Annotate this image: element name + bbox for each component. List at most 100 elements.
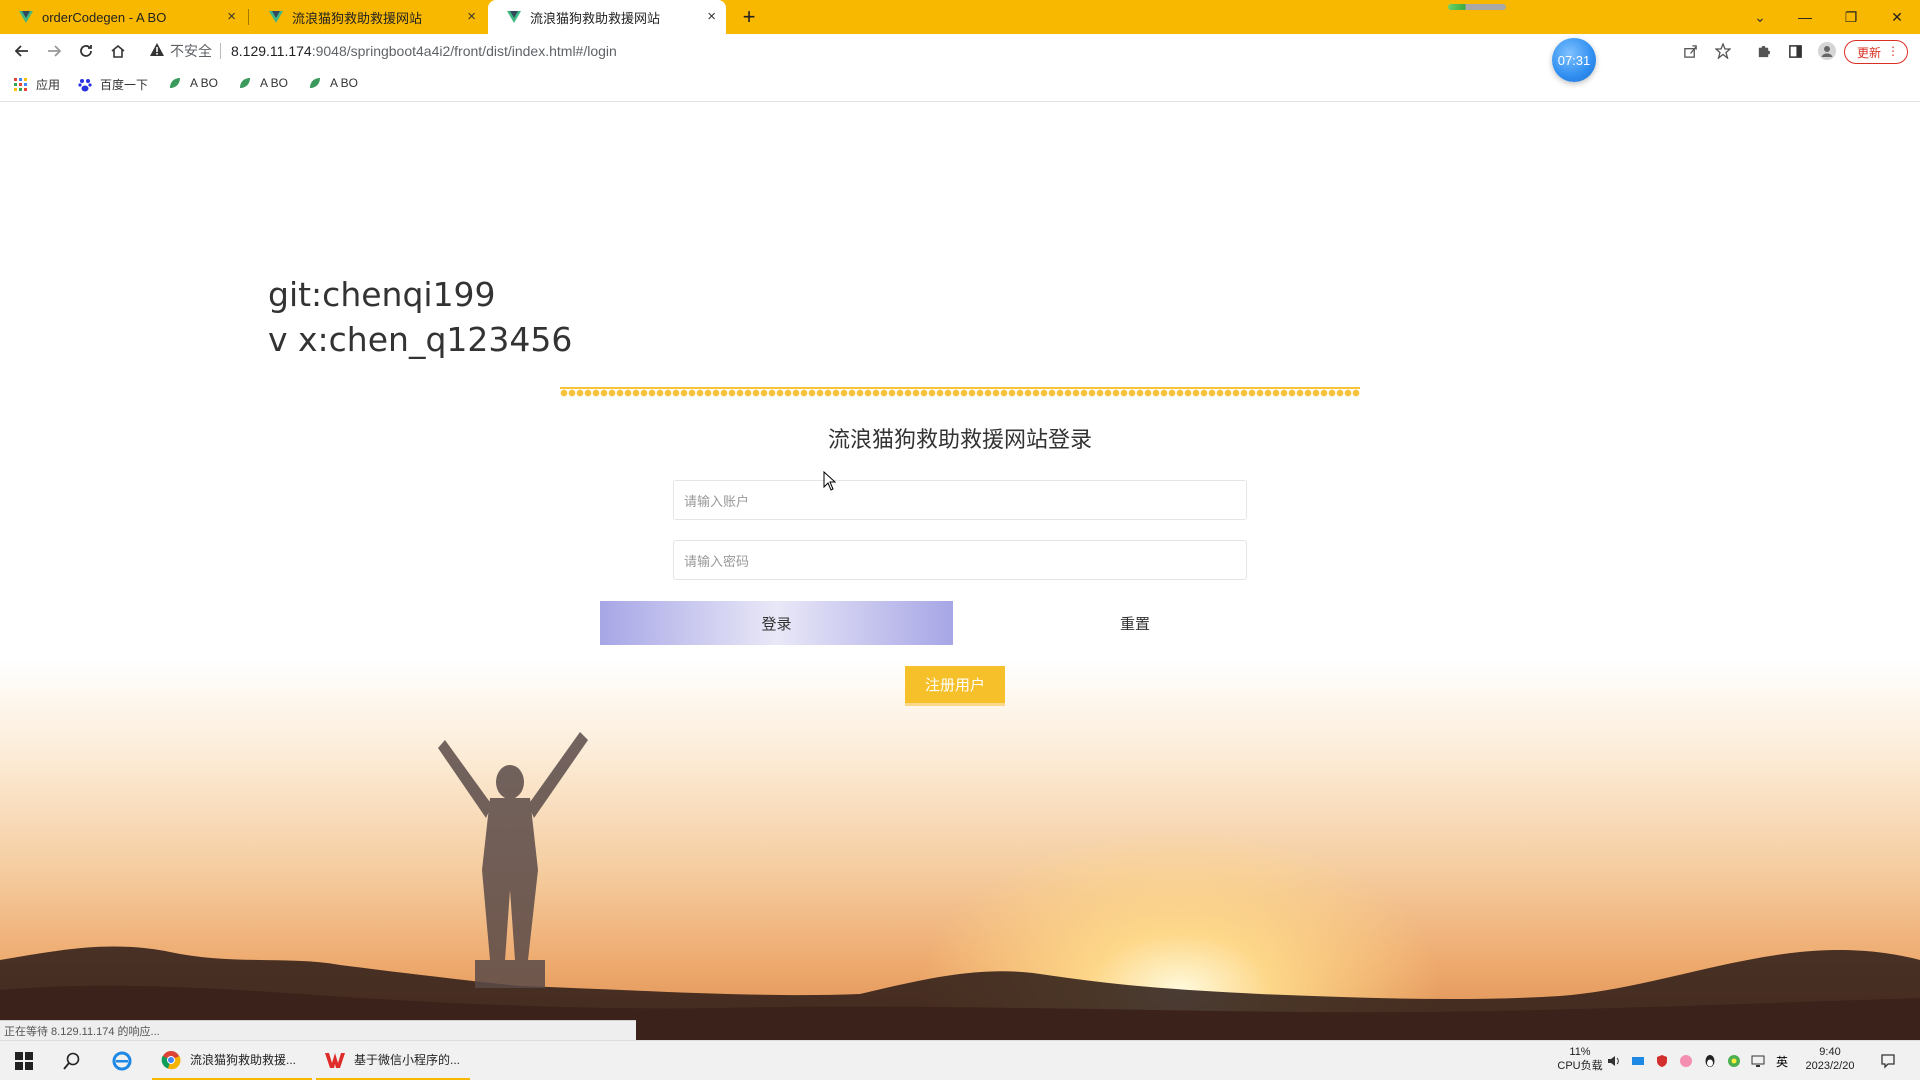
register-button[interactable]: 注册用户 bbox=[905, 666, 1005, 706]
bookmark-label: 应用 bbox=[36, 78, 61, 92]
bookmark-label: A BO bbox=[190, 76, 219, 90]
share-icon[interactable] bbox=[1678, 39, 1702, 63]
reload-icon bbox=[80, 45, 92, 57]
reload-button[interactable] bbox=[74, 39, 98, 63]
url-host: 8.129.11.174 bbox=[231, 43, 312, 59]
forward-arrow-icon bbox=[48, 45, 62, 57]
tab-strip: orderCodegen - A BO × 流浪猫狗救助救援网站 × 流浪猫狗救… bbox=[0, 0, 1920, 34]
watermark-line-git: git:chenqi199 bbox=[268, 275, 496, 314]
tab-stray-rescue-1[interactable]: 流浪猫狗救助救援网站 × bbox=[250, 0, 486, 34]
apps-grid-icon bbox=[14, 77, 27, 91]
notification-center-icon[interactable] bbox=[1880, 1053, 1896, 1069]
insecure-label[interactable]: 不安全 bbox=[170, 41, 212, 61]
browser-toolbar: 不安全 8.129.11.174:9048/springboot4a4i2/fr… bbox=[0, 34, 1920, 68]
forward-button[interactable] bbox=[42, 39, 66, 63]
baidu-paw-icon bbox=[78, 78, 92, 91]
clock[interactable]: 9:40 2023/2/20 bbox=[1794, 1045, 1866, 1073]
bookmark-abo-3[interactable]: A BO bbox=[308, 76, 358, 90]
watermark-line-wechat: v x:chen_q123456 bbox=[268, 320, 573, 359]
vue-favicon-icon bbox=[18, 9, 34, 25]
status-bar: 正在等待 8.129.11.174 的响应... bbox=[0, 1020, 636, 1040]
windows-start-icon[interactable] bbox=[10, 1047, 38, 1075]
abo-leaf-icon bbox=[310, 78, 320, 88]
bookmark-label: A BO bbox=[330, 76, 359, 90]
tab-title: 流浪猫狗救助救援网站 bbox=[292, 10, 423, 26]
internet-explorer-icon[interactable] bbox=[108, 1047, 136, 1075]
login-button[interactable]: 登录 bbox=[600, 601, 953, 645]
tab-title: 流浪猫狗救助救援网站 bbox=[530, 10, 661, 26]
account-input[interactable]: 请输入账户 bbox=[673, 480, 1247, 520]
mouse-cursor-icon bbox=[823, 471, 837, 491]
back-button[interactable] bbox=[10, 39, 34, 63]
chrome-icon bbox=[160, 1049, 182, 1071]
close-tab-icon[interactable]: × bbox=[227, 8, 236, 25]
close-window-button[interactable]: ✕ bbox=[1874, 0, 1920, 34]
abo-leaf-icon bbox=[240, 78, 250, 88]
bookmark-label: 百度一下 bbox=[100, 78, 149, 92]
windows-taskbar: 流浪猫狗救助救援... 基于微信小程序的... 11% CPU负载 英 9:40… bbox=[0, 1040, 1920, 1080]
password-input[interactable]: 请输入密码 bbox=[673, 540, 1247, 580]
qq-penguin-icon[interactable] bbox=[1702, 1053, 1718, 1069]
address-divider bbox=[220, 43, 221, 59]
bookmark-label: A BO bbox=[260, 76, 289, 90]
security-shield-icon[interactable] bbox=[1654, 1053, 1670, 1069]
cpu-load-indicator[interactable]: 11% CPU负载 bbox=[1552, 1045, 1608, 1073]
clock-time: 9:40 bbox=[1819, 1046, 1841, 1058]
mountain-silhouette-image bbox=[0, 732, 1920, 1040]
close-tab-icon[interactable]: × bbox=[707, 8, 716, 25]
bookmark-abo-2[interactable]: A BO bbox=[238, 76, 288, 90]
home-button[interactable] bbox=[106, 39, 130, 63]
new-tab-button[interactable]: + bbox=[738, 4, 760, 30]
vue-favicon-icon bbox=[268, 9, 284, 25]
search-icon[interactable] bbox=[58, 1047, 86, 1075]
back-arrow-icon bbox=[14, 45, 28, 57]
wechat-tray-icon[interactable] bbox=[1726, 1053, 1742, 1069]
update-button[interactable]: 更新 ⋮ bbox=[1844, 40, 1908, 64]
vue-favicon-icon bbox=[506, 9, 522, 25]
restore-button[interactable]: ❐ bbox=[1828, 0, 1874, 34]
network-tray-icon[interactable] bbox=[1630, 1053, 1646, 1069]
tab-search-button[interactable]: ⌄ bbox=[1742, 0, 1778, 34]
bookmark-apps[interactable]: 应用 bbox=[14, 76, 60, 93]
update-label: 更新 bbox=[1857, 45, 1882, 60]
reset-button[interactable]: 重置 bbox=[960, 601, 1310, 645]
abo-leaf-icon bbox=[170, 78, 180, 88]
cpu-label: CPU负载 bbox=[1557, 1060, 1603, 1072]
download-progress-indicator bbox=[1448, 4, 1506, 10]
volume-icon[interactable] bbox=[1606, 1053, 1622, 1069]
decorative-scallop-border bbox=[560, 387, 1360, 399]
watermark-text: git:chenqi199 v x:chen_q123456 bbox=[268, 272, 572, 362]
wps-writer-icon bbox=[324, 1049, 346, 1071]
taskbar-app-wps[interactable]: 基于微信小程序的... bbox=[316, 1041, 470, 1080]
display-tray-icon[interactable] bbox=[1750, 1053, 1766, 1069]
ime-indicator[interactable]: 英 bbox=[1774, 1053, 1790, 1069]
cloud-tray-icon[interactable] bbox=[1678, 1053, 1694, 1069]
more-menu-icon: ⋮ bbox=[1887, 44, 1899, 58]
close-tab-icon[interactable]: × bbox=[467, 8, 476, 25]
taskbar-app-label: 流浪猫狗救助救援... bbox=[190, 1053, 297, 1067]
taskbar-app-chrome[interactable]: 流浪猫狗救助救援... bbox=[152, 1041, 312, 1080]
person-silhouette bbox=[438, 732, 588, 988]
extensions-puzzle-icon[interactable] bbox=[1751, 39, 1775, 63]
taskbar-app-label: 基于微信小程序的... bbox=[354, 1053, 461, 1067]
warning-triangle-icon bbox=[150, 43, 164, 59]
bookmark-abo-1[interactable]: A BO bbox=[168, 76, 218, 90]
login-title: 流浪猫狗救助救援网站登录 bbox=[827, 427, 1092, 452]
bookmark-baidu[interactable]: 百度一下 bbox=[78, 76, 148, 93]
login-page: git:chenqi199 v x:chen_q123456 流浪猫狗救助救援网… bbox=[0, 102, 1920, 1040]
tab-stray-rescue-2-active[interactable]: 流浪猫狗救助救援网站 × bbox=[488, 0, 726, 34]
screen-recorder-timer[interactable]: 07:31 bbox=[1552, 38, 1596, 82]
side-panel-icon[interactable] bbox=[1783, 39, 1807, 63]
address-bar[interactable]: 不安全 8.129.11.174:9048/springboot4a4i2/fr… bbox=[140, 37, 1540, 65]
minimize-button[interactable]: — bbox=[1782, 0, 1828, 34]
profile-avatar-icon[interactable] bbox=[1815, 39, 1839, 63]
home-icon bbox=[111, 44, 125, 58]
tab-title: orderCodegen - A BO bbox=[42, 9, 167, 25]
tab-ordercodegen[interactable]: orderCodegen - A BO × bbox=[0, 0, 246, 34]
cpu-percent: 11% bbox=[1569, 1046, 1591, 1058]
url-path: :9048/springboot4a4i2/front/dist/index.h… bbox=[311, 43, 617, 59]
bookmark-star-icon[interactable] bbox=[1711, 39, 1735, 63]
clock-date: 2023/2/20 bbox=[1805, 1060, 1855, 1072]
bookmarks-bar: 应用 百度一下 A BO A BO A BO bbox=[0, 68, 1920, 102]
tab-divider bbox=[248, 9, 249, 25]
